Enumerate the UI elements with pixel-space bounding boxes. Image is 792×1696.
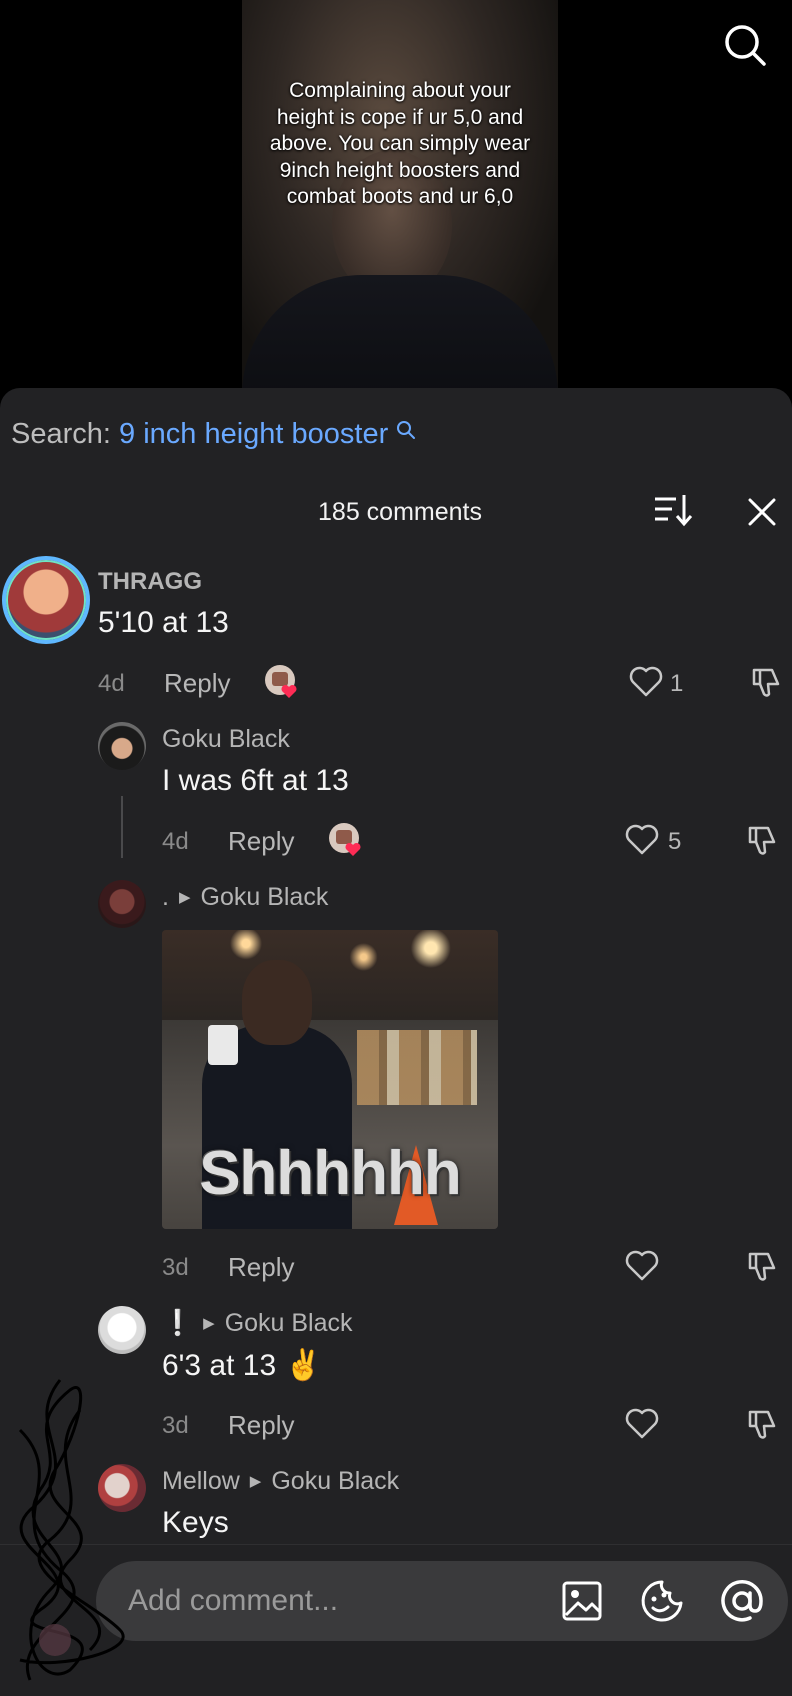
video-body: [242, 275, 558, 390]
sort-icon[interactable]: [652, 491, 694, 529]
comment-username[interactable]: Mellow ▶ Goku Black: [162, 1467, 399, 1496]
comment-username[interactable]: . ▶ Goku Black: [162, 883, 328, 912]
comment-sheet: Search: 9 inch height booster 185 commen…: [0, 388, 792, 1696]
reply-arrow-icon: ▶: [203, 1315, 215, 1332]
reply-arrow-icon: ▶: [249, 1473, 262, 1490]
thread-line: [121, 796, 123, 858]
search-small-icon: [397, 421, 416, 439]
comment-text-content: 6'3 at 13: [162, 1349, 277, 1382]
avatar[interactable]: [2, 556, 90, 644]
meme-boxes: [357, 1030, 477, 1105]
meme-cup: [208, 1025, 238, 1065]
dislike-icon[interactable]: [744, 1406, 780, 1442]
reply-to-username[interactable]: Goku Black: [201, 883, 329, 911]
add-comment-input[interactable]: [96, 1561, 788, 1641]
mention-icon[interactable]: [720, 1579, 764, 1623]
username-text: ❕: [162, 1309, 194, 1337]
search-suggestion[interactable]: Search: 9 inch height booster: [11, 418, 416, 451]
search-query-link[interactable]: 9 inch height booster: [119, 418, 388, 450]
creator-liked-icon: [265, 665, 297, 698]
dislike-icon[interactable]: [744, 822, 780, 858]
close-icon[interactable]: [742, 492, 782, 532]
comment-time: 3d: [162, 1254, 189, 1281]
video-frame: Complaining about your height is cope if…: [242, 0, 558, 390]
victory-hand-emoji: ✌: [284, 1349, 322, 1382]
reply-button[interactable]: Reply: [164, 668, 230, 699]
comment-input-bar: [0, 1544, 792, 1696]
comment-username[interactable]: ❕ ▶ Goku Black: [162, 1309, 353, 1338]
reply-to-username[interactable]: Goku Black: [225, 1309, 353, 1337]
reply-arrow-icon: ▶: [178, 889, 191, 906]
image-icon[interactable]: [560, 1579, 604, 1623]
heart-icon[interactable]: [624, 1247, 660, 1283]
comment-time: 4d: [98, 670, 125, 697]
search-prefix: Search:: [11, 418, 111, 450]
comment-image[interactable]: Shhhhhh: [162, 930, 498, 1229]
dislike-icon[interactable]: [748, 664, 784, 700]
meme-caption: Shhhhhh: [199, 1139, 462, 1208]
heart-icon[interactable]: [628, 663, 664, 699]
video-player[interactable]: Complaining about your height is cope if…: [0, 0, 792, 390]
meme-person-head: [242, 960, 312, 1045]
reply-button[interactable]: Reply: [228, 1410, 294, 1441]
avatar[interactable]: [98, 722, 146, 770]
comment-text: I was 6ft at 13: [162, 764, 349, 797]
comment-text: Keys: [162, 1506, 229, 1539]
comment-username[interactable]: THRAGG: [98, 568, 202, 596]
reply-button[interactable]: Reply: [228, 1252, 294, 1283]
avatar[interactable]: [98, 880, 146, 928]
video-caption: Complaining about your height is cope if…: [269, 79, 531, 208]
meme-background: [162, 930, 498, 1020]
reply-to-username[interactable]: Goku Black: [271, 1467, 399, 1495]
like-count: 1: [670, 670, 684, 697]
username-text: Mellow: [162, 1467, 240, 1495]
heart-icon[interactable]: [624, 1405, 660, 1441]
comment-time: 3d: [162, 1412, 189, 1439]
comment-text: 5'10 at 13: [98, 606, 229, 639]
search-icon[interactable]: [722, 22, 768, 68]
like-count: 5: [668, 828, 682, 855]
reply-button[interactable]: Reply: [228, 826, 294, 857]
avatar[interactable]: [98, 1306, 146, 1354]
comment-time: 4d: [162, 828, 189, 855]
comment-text: 6'3 at 13 ✌: [162, 1348, 322, 1383]
avatar[interactable]: [98, 1464, 146, 1512]
dislike-icon[interactable]: [744, 1248, 780, 1284]
comment-username[interactable]: Goku Black: [162, 725, 290, 754]
sticker-icon[interactable]: [640, 1579, 684, 1623]
heart-icon[interactable]: [624, 821, 660, 857]
username-text: .: [162, 883, 169, 911]
creator-liked-icon: [329, 823, 361, 856]
